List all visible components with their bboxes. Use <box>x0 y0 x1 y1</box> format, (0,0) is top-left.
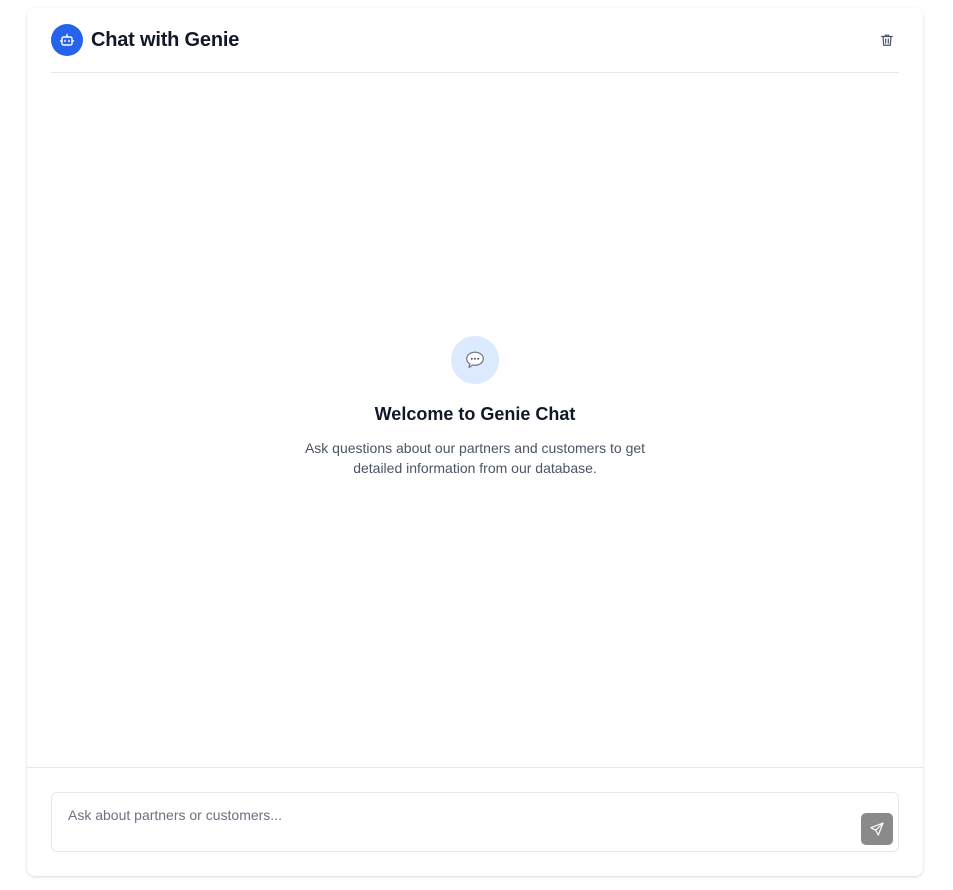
composer-bar <box>27 767 923 876</box>
welcome-title: Welcome to Genie Chat <box>374 404 576 424</box>
clear-chat-button[interactable] <box>875 28 899 52</box>
message-input[interactable] <box>52 793 898 851</box>
send-icon <box>869 821 885 837</box>
chat-header: Chat with Genie <box>51 8 899 73</box>
bot-icon <box>51 24 83 56</box>
send-button[interactable] <box>861 813 893 845</box>
message-input-container <box>51 792 899 852</box>
chat-card: Chat with Genie Welcome to Genie Chat As… <box>27 8 923 876</box>
speech-bubble-icon <box>451 336 499 384</box>
chat-title: Chat with Genie <box>91 28 240 51</box>
trash-icon <box>880 33 894 47</box>
welcome-description: Ask questions about our partners and cus… <box>304 440 646 476</box>
welcome-panel: Welcome to Genie Chat Ask questions abou… <box>27 336 923 478</box>
message-area: Welcome to Genie Chat Ask questions abou… <box>27 74 923 767</box>
